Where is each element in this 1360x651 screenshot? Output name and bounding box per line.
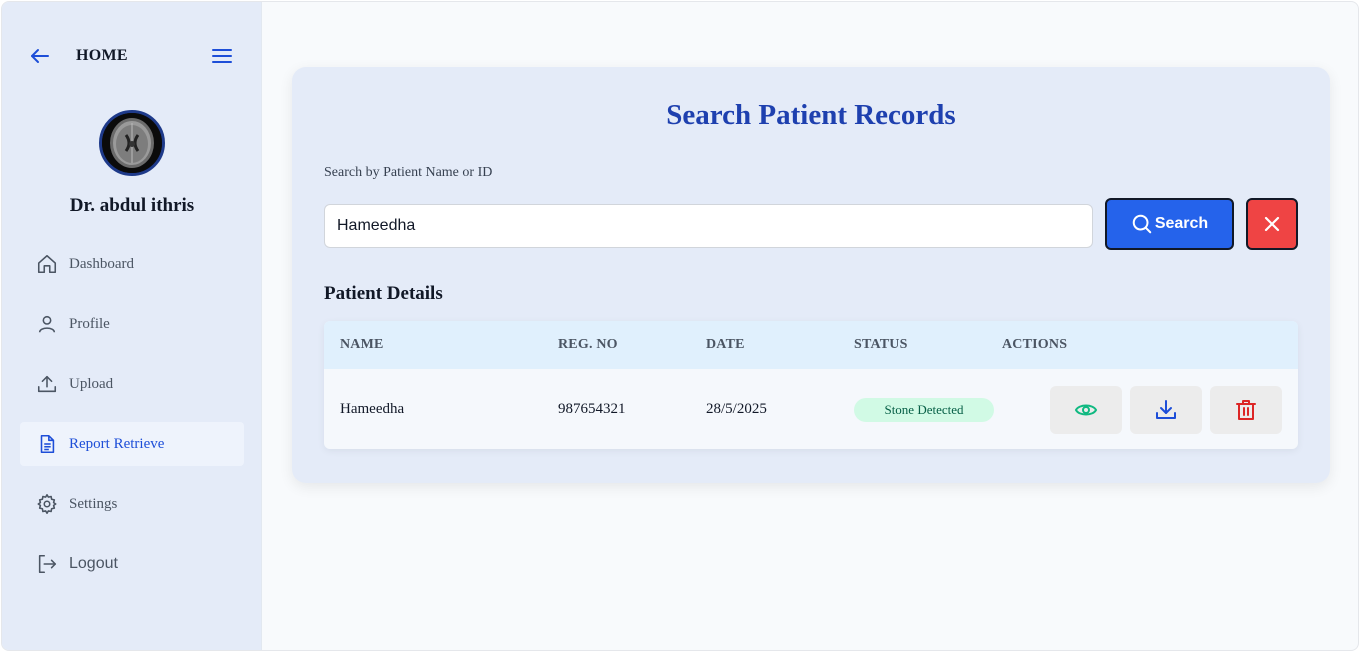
arrow-left-icon[interactable] [28,44,52,68]
sidebar-item-label: Profile [69,315,110,332]
patient-table: NAME REG. NO DATE STATUS ACTIONS Hameedh… [324,321,1298,449]
brain-scan-image [102,113,162,173]
sidebar-nav: Dashboard Profile Upload Report Retrieve… [20,242,244,602]
sidebar-item-label: Settings [69,495,118,512]
sidebar-item-report-retrieve[interactable]: Report Retrieve [20,422,244,466]
sidebar-item-settings[interactable]: Settings [20,482,244,526]
user-icon [38,315,56,333]
table-header: NAME REG. NO DATE STATUS ACTIONS [324,321,1298,369]
home-icon [37,254,57,274]
status-badge: Stone Detected [854,398,994,422]
search-card: Search Patient Records Search by Patient… [292,67,1330,483]
section-title: Patient Details [324,283,443,304]
view-button[interactable] [1050,386,1122,434]
trash-icon [1236,400,1256,420]
column-header-name: NAME [340,337,384,352]
sidebar-item-dashboard[interactable]: Dashboard [20,242,244,286]
sidebar-item-upload[interactable]: Upload [20,362,244,406]
doctor-name: Dr. abdul ithris [69,195,195,216]
search-button-label: Search [1154,215,1209,232]
sidebar-item-logout[interactable]: Logout [20,542,244,586]
document-icon [40,434,55,454]
hamburger-menu-icon[interactable] [210,44,234,68]
sidebar: HOME Dr. abdul ithris Dashboard Profile … [2,2,262,650]
logout-icon [38,554,57,574]
upload-icon [37,375,57,393]
search-icon [1132,214,1152,234]
home-label: HOME [76,47,128,64]
sidebar-header: HOME [2,2,262,110]
download-button[interactable] [1130,386,1202,434]
sidebar-item-label: Upload [69,375,114,392]
delete-button[interactable] [1210,386,1282,434]
search-label: Search by Patient Name or ID [324,165,493,180]
eye-icon [1074,404,1098,416]
column-header-status: STATUS [854,337,908,352]
sidebar-item-label: Report Retrieve [69,435,165,452]
reg-no-cell: 987654321 [558,401,626,417]
sidebar-item-label: Dashboard [69,255,134,272]
column-header-date: DATE [706,337,745,352]
patient-name-cell: Hameedha [340,401,405,417]
gear-icon [37,494,57,514]
close-icon [1264,216,1280,232]
date-cell: 28/5/2025 [706,401,767,417]
download-icon [1156,400,1176,419]
sidebar-item-profile[interactable]: Profile [20,302,244,346]
column-header-actions: ACTIONS [1002,337,1068,352]
sidebar-item-label: Logout [69,555,118,572]
page-title: Search Patient Records [666,99,956,131]
clear-button[interactable] [1246,198,1298,250]
column-header-reg-no: REG. NO [558,337,618,352]
search-button[interactable]: Search [1105,198,1234,250]
avatar [99,110,165,176]
search-input[interactable] [324,204,1093,248]
app-frame: HOME Dr. abdul ithris Dashboard Profile … [1,1,1359,651]
